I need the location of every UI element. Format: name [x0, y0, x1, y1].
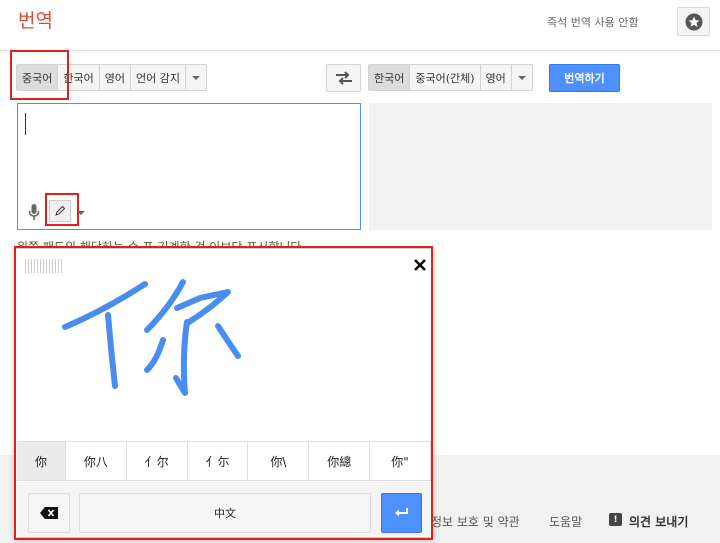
target-lang-korean[interactable]: 한국어 [369, 65, 411, 90]
send-feedback-link[interactable]: 의견 보내기 [629, 513, 688, 530]
translation-output [369, 103, 712, 230]
chevron-down-icon [191, 75, 200, 80]
target-lang-dropdown[interactable] [512, 65, 532, 90]
source-lang-english[interactable]: 영어 [100, 65, 131, 90]
target-lang-english[interactable]: 영어 [481, 65, 512, 90]
privacy-terms-link[interactable]: 정보 보호 및 약관 [431, 513, 520, 530]
highlight-handwriting-button [45, 193, 79, 226]
header-divider [0, 50, 720, 51]
page-title: 번역 [18, 10, 53, 32]
feedback-icon: ! [609, 513, 622, 526]
chevron-down-icon [517, 75, 526, 80]
source-lang-detect[interactable]: 언어 감지 [131, 65, 186, 90]
target-lang-chinese-simplified[interactable]: 중국어(간체) [410, 65, 481, 90]
highlight-handwriting-panel [14, 246, 433, 540]
swap-icon [335, 71, 352, 85]
star-icon [685, 13, 702, 30]
swap-languages-button[interactable] [326, 64, 361, 92]
source-lang-dropdown[interactable] [186, 65, 206, 90]
help-link[interactable]: 도움말 [549, 513, 582, 530]
microphone-icon[interactable] [28, 203, 40, 221]
instant-translate-off-link[interactable]: 즉석 번역 사용 안함 [547, 14, 638, 30]
target-language-bar: 한국어 중국어(간체) 영어 [368, 64, 533, 91]
starred-button[interactable] [677, 7, 710, 36]
text-cursor [25, 113, 26, 135]
translate-button[interactable]: 번역하기 [549, 64, 620, 92]
highlight-source-lang [10, 50, 69, 100]
